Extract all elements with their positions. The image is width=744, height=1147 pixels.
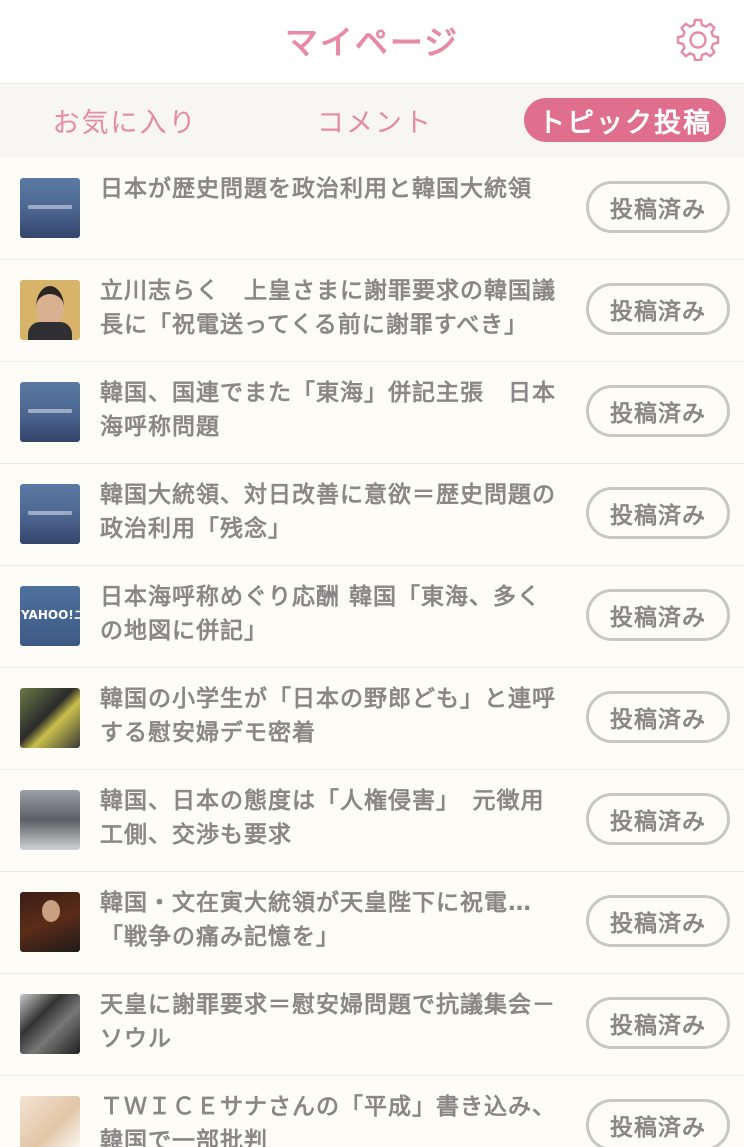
posted-button[interactable]: 投稿済み xyxy=(586,997,730,1049)
topic-title[interactable]: 立川志らく 上皇さまに謝罪要求の韓国議長に「祝電送ってくる前に謝罪すべき」 xyxy=(100,274,560,342)
thumbnail-image[interactable] xyxy=(20,892,80,952)
list-item[interactable]: 立川志らく 上皇さまに謝罪要求の韓国議長に「祝電送ってくる前に謝罪すべき」 投稿… xyxy=(0,260,744,362)
posted-button[interactable]: 投稿済み xyxy=(586,589,730,641)
topic-title[interactable]: 日本海呼称めぐり応酬 韓国「東海、多くの地図に併記」 xyxy=(100,580,560,648)
list-item[interactable]: 韓国、日本の態度は「人権侵害」 元徴用工側、交渉も要求 投稿済み xyxy=(0,770,744,872)
posted-button[interactable]: 投稿済み xyxy=(586,283,730,335)
thumbnail-image[interactable] xyxy=(20,790,80,850)
posted-button[interactable]: 投稿済み xyxy=(586,1099,730,1147)
topic-title[interactable]: 韓国、日本の態度は「人権侵害」 元徴用工側、交渉も要求 xyxy=(100,784,560,852)
thumbnail-image[interactable] xyxy=(20,994,80,1054)
gear-icon[interactable] xyxy=(676,17,720,61)
thumbnail-image[interactable] xyxy=(20,178,80,238)
list-item[interactable]: ＴＷＩＣＥサナさんの「平成」書き込み、韓国で一部批判 投稿済み xyxy=(0,1076,744,1147)
topic-title[interactable]: 韓国、国連でまた「東海」併記主張 日本海呼称問題 xyxy=(100,376,560,444)
tab-comments[interactable]: コメント xyxy=(302,98,448,142)
topic-title[interactable]: 天皇に謝罪要求＝慰安婦問題で抗議集会－ソウル xyxy=(100,988,560,1056)
posted-button[interactable]: 投稿済み xyxy=(586,181,730,233)
thumbnail-image[interactable]: YAHOO!ニュース xyxy=(20,586,80,646)
tab-topic-posts[interactable]: トピック投稿 xyxy=(524,98,726,142)
posted-button[interactable]: 投稿済み xyxy=(586,793,730,845)
thumbnail-image[interactable] xyxy=(20,1096,80,1147)
topic-title[interactable]: 日本が歴史問題を政治利用と韓国大統領 xyxy=(100,172,560,206)
app-header: マイページ xyxy=(0,0,744,84)
topic-list: 日本が歴史問題を政治利用と韓国大統領 投稿済み 立川志らく 上皇さまに謝罪要求の… xyxy=(0,158,744,1147)
list-item[interactable]: 韓国大統領、対日改善に意欲＝歴史問題の政治利用「残念」 投稿済み xyxy=(0,464,744,566)
list-item[interactable]: 天皇に謝罪要求＝慰安婦問題で抗議集会－ソウル 投稿済み xyxy=(0,974,744,1076)
topic-title[interactable]: ＴＷＩＣＥサナさんの「平成」書き込み、韓国で一部批判 xyxy=(100,1090,560,1147)
list-item[interactable]: 韓国、国連でまた「東海」併記主張 日本海呼称問題 投稿済み xyxy=(0,362,744,464)
posted-button[interactable]: 投稿済み xyxy=(586,487,730,539)
thumbnail-logo-text: YAHOO!ニュース xyxy=(21,608,80,622)
topic-title[interactable]: 韓国大統領、対日改善に意欲＝歴史問題の政治利用「残念」 xyxy=(100,478,560,546)
list-item[interactable]: 韓国・文在寅大統領が天皇陛下に祝電…「戦争の痛み記憶を」 投稿済み xyxy=(0,872,744,974)
list-item[interactable]: 韓国の小学生が「日本の野郎ども」と連呼する慰安婦デモ密着 投稿済み xyxy=(0,668,744,770)
posted-button[interactable]: 投稿済み xyxy=(586,385,730,437)
posted-button[interactable]: 投稿済み xyxy=(586,895,730,947)
tab-favorites[interactable]: お気に入り xyxy=(52,98,198,142)
posted-button[interactable]: 投稿済み xyxy=(586,691,730,743)
thumbnail-image[interactable] xyxy=(20,484,80,544)
list-item[interactable]: 日本が歴史問題を政治利用と韓国大統領 投稿済み xyxy=(0,158,744,260)
thumbnail-image[interactable] xyxy=(20,688,80,748)
thumbnail-image[interactable] xyxy=(20,280,80,340)
topic-title[interactable]: 韓国・文在寅大統領が天皇陛下に祝電…「戦争の痛み記憶を」 xyxy=(100,886,560,954)
tab-bar: お気に入り コメント トピック投稿 xyxy=(0,84,744,158)
thumbnail-image[interactable] xyxy=(20,382,80,442)
page-title: マイページ xyxy=(284,23,460,62)
topic-title[interactable]: 韓国の小学生が「日本の野郎ども」と連呼する慰安婦デモ密着 xyxy=(100,682,560,750)
list-item[interactable]: YAHOO!ニュース 日本海呼称めぐり応酬 韓国「東海、多くの地図に併記」 投稿… xyxy=(0,566,744,668)
